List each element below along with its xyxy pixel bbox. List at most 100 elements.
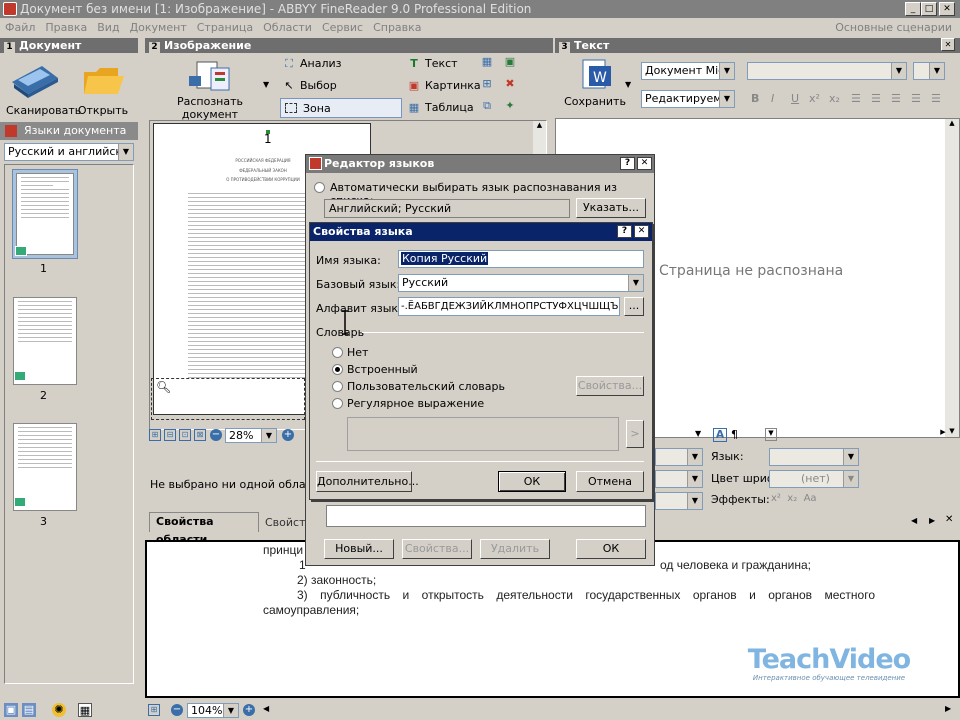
font-size-select[interactable]: ▼ [913, 62, 945, 80]
scan-button[interactable]: Сканировать [6, 60, 81, 120]
scroll-left-icon[interactable]: ◀ [263, 704, 269, 713]
chevron-down-icon[interactable]: ▼ [625, 80, 631, 89]
auto-select-language-radio[interactable] [314, 182, 325, 193]
dict-builtin-radio[interactable] [332, 364, 343, 375]
fit-width-icon[interactable]: ⊟ [164, 429, 176, 441]
zoom-out-icon[interactable]: − [171, 704, 183, 716]
save-format-select[interactable]: Документ Micro ▼ [641, 62, 735, 80]
magic-icon[interactable]: ✦ [503, 99, 517, 113]
superscript-effect-icon[interactable]: x² [771, 493, 781, 504]
font-select[interactable]: ▼ [747, 62, 907, 80]
scroll-right-icon[interactable]: ▶ [929, 516, 935, 525]
close-icon[interactable]: ✕ [634, 225, 649, 238]
font-a-icon[interactable]: A [713, 428, 727, 442]
pilcrow-icon[interactable]: ¶ [731, 428, 738, 441]
language-name-input[interactable]: Копия Русский [398, 250, 644, 268]
delete-language-button[interactable]: Удалить [480, 539, 550, 559]
picture-area-tool[interactable]: ▣ Картинка [405, 76, 485, 96]
scroll-right-icon[interactable]: ▶ [937, 428, 949, 441]
align-right-icon[interactable]: ☰ [891, 92, 901, 105]
menu-file[interactable]: Файл [0, 18, 40, 38]
zoom-in-icon[interactable]: + [243, 704, 255, 716]
menu-view[interactable]: Вид [92, 18, 124, 38]
dict-none-radio[interactable] [332, 347, 343, 358]
save-icon[interactable]: ▣ [4, 703, 18, 717]
menu-page[interactable]: Страница [192, 18, 258, 38]
text-prop-select-1[interactable]: ▼ [655, 448, 703, 466]
indent-icon[interactable]: ☰ [931, 92, 941, 105]
delete-area-icon[interactable]: ✖ [503, 77, 517, 91]
help-icon[interactable]: ? [617, 225, 632, 238]
scroll-up-icon[interactable]: ▲ [533, 121, 546, 134]
text-language-select[interactable]: ▼ [769, 448, 859, 466]
close-icon[interactable]: ✕ [637, 157, 652, 170]
zoom-out-icon[interactable]: − [210, 429, 222, 441]
text-vertical-scrollbar[interactable]: ▲ ▼ [945, 119, 959, 437]
alphabet-edit-button[interactable]: ... [624, 297, 644, 316]
order-areas-icon[interactable]: ⧉ [480, 99, 494, 113]
text-prop-select-3[interactable]: ▼ [655, 492, 703, 510]
select-tool[interactable]: ↖ Выбор [280, 76, 400, 96]
superscript-icon[interactable]: x² [809, 92, 820, 105]
menu-help[interactable]: Справка [368, 18, 426, 38]
font-color-select[interactable]: (нет) ▼ [769, 470, 859, 488]
caps-effect-icon[interactable]: Aa [804, 493, 817, 504]
scroll-right-icon[interactable]: ▶ [945, 704, 951, 713]
add-area-icon[interactable]: ⊞ [480, 77, 494, 91]
scroll-up-icon[interactable]: ▲ [945, 119, 959, 127]
page-thumbnails-list[interactable]: 1 2 3 [4, 164, 134, 684]
table-area-tool[interactable]: ▦ Таблица [405, 98, 485, 118]
analyze-tool[interactable]: ⛶ Анализ [280, 54, 400, 74]
align-center-icon[interactable]: ☰ [871, 92, 881, 105]
text-prop-select-2[interactable]: ▼ [655, 470, 703, 488]
dict-user-radio[interactable] [332, 381, 343, 392]
recognize-document-button[interactable]: Распознать документ [149, 58, 271, 121]
scroll-left-icon[interactable]: ◀ [911, 516, 917, 525]
italic-icon[interactable]: I [771, 92, 774, 105]
close-tab-icon[interactable]: ✕ [945, 514, 953, 525]
save-button[interactable]: W Сохранить [559, 58, 631, 114]
help-icon[interactable]: ? [620, 157, 635, 170]
tab-area-properties[interactable]: Свойства области [149, 512, 259, 546]
page-thumb-2[interactable] [13, 297, 77, 385]
zoom-in-icon[interactable]: + [282, 429, 294, 441]
image-zoom-select[interactable]: 28% ▼ [225, 428, 277, 443]
menu-tools[interactable]: Сервис [317, 18, 368, 38]
chevron-down-icon[interactable]: ▼ [765, 428, 777, 441]
menu-areas[interactable]: Области [258, 18, 317, 38]
align-left-icon[interactable]: ☰ [851, 92, 861, 105]
background-picture-icon[interactable]: ▣ [503, 55, 517, 69]
actual-size-icon[interactable]: ⊡ [179, 429, 191, 441]
dict-regex-radio[interactable] [332, 398, 343, 409]
main-scenarios-link[interactable]: Основные сценарии [835, 18, 952, 38]
justify-icon[interactable]: ☰ [911, 92, 921, 105]
language-editor-ok-button[interactable]: ОК [576, 539, 646, 559]
view-icon[interactable]: ▦ [78, 703, 92, 717]
open-button[interactable]: Открыть [74, 60, 132, 120]
subscript-icon[interactable]: x₂ [829, 92, 840, 105]
selection-zone[interactable] [151, 378, 305, 420]
close-panel-icon[interactable]: ✕ [941, 38, 955, 51]
bold-icon[interactable]: B [751, 92, 759, 105]
disk-icon[interactable]: ▤ [22, 703, 36, 717]
page-thumb-selected[interactable] [12, 169, 78, 259]
text-area-tool[interactable]: T Текст [405, 54, 475, 74]
ok-button[interactable]: ОК [498, 471, 566, 492]
zoom-view-zoom-select[interactable]: 104% ▼ [187, 703, 239, 718]
base-language-select[interactable]: Русский ▼ [398, 274, 644, 292]
close-button[interactable]: ✕ [939, 2, 955, 16]
minimize-button[interactable]: _ [905, 2, 921, 16]
specify-button[interactable]: Указать... [576, 198, 646, 218]
regex-input[interactable] [347, 417, 619, 451]
menu-edit[interactable]: Правка [40, 18, 92, 38]
advanced-button[interactable]: Дополнительно... [316, 471, 419, 492]
fit-height-icon[interactable]: ⊠ [194, 429, 206, 441]
page-thumb-3[interactable] [13, 423, 77, 511]
save-mode-select[interactable]: Редактируемая ▼ [641, 90, 735, 108]
subscript-effect-icon[interactable]: x₂ [787, 493, 797, 504]
chevron-down-icon[interactable]: ▼ [263, 80, 269, 89]
fit-icon[interactable]: ⊞ [148, 704, 160, 716]
chevron-down-icon[interactable]: ▼ [695, 429, 701, 438]
recognition-zone-tool[interactable]: Зона распознавания [280, 98, 402, 135]
cancel-button[interactable]: Отмена [576, 471, 644, 492]
